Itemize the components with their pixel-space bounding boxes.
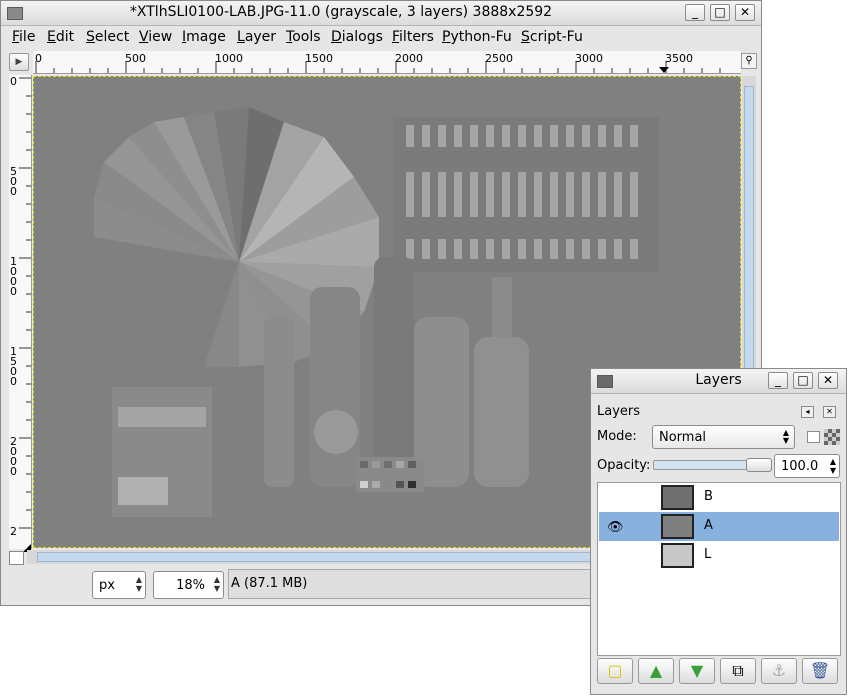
new-layer-button[interactable]: ▢ [597, 658, 633, 684]
mode-arrows-icon: ▲ ▼ [782, 428, 789, 445]
trash-icon: 🗑 [809, 661, 831, 680]
ruler-h-label-3000: 3000 [575, 52, 603, 65]
horizontal-scrollbar-thumb[interactable] [37, 552, 597, 562]
menu-script-fu[interactable]: Script-Fu [521, 29, 583, 45]
ruler-v-label-1500: 1500 [10, 345, 17, 388]
menu-file[interactable]: File [12, 29, 35, 45]
menu-layer[interactable]: Layer [237, 29, 276, 45]
zoom-value: 18% [176, 578, 205, 593]
menu-tools[interactable]: Tools [286, 29, 321, 45]
quick-mask-toggle[interactable] [9, 551, 24, 565]
layers-dock-titlebar[interactable]: Layers _ □ ✕ [591, 369, 846, 394]
unit-arrows-icon: ▲ ▼ [135, 575, 142, 593]
layer-thumbnail-a [661, 514, 694, 539]
ruler-h-label-1000: 1000 [215, 52, 243, 65]
menu-filters[interactable]: Filters [392, 29, 434, 45]
dock-close-icon[interactable]: ✕ [818, 372, 838, 389]
ruler-h-label-500: 500 [125, 52, 146, 65]
duplicate-icon: ⧉ [732, 661, 744, 680]
layer-row-b[interactable]: B [599, 483, 839, 512]
new-layer-icon: ▢ [607, 661, 623, 680]
ruler-v-label-0: 0 [10, 75, 17, 88]
lower-layer-button[interactable]: ▼ [679, 658, 715, 684]
color-checker-graphic [356, 457, 424, 492]
opacity-slider-handle[interactable] [746, 458, 772, 472]
ruler-h-label-2000: 2000 [395, 52, 423, 65]
opacity-slider[interactable] [653, 458, 772, 472]
tab-close-icon[interactable]: ✕ [823, 406, 836, 418]
quick-menu-button[interactable]: ▶ [9, 53, 29, 71]
layer-row-a[interactable]: 👁 A [599, 512, 839, 541]
raise-layer-button[interactable]: ▲ [638, 658, 674, 684]
arrow-up-icon: ▲ [649, 661, 663, 680]
spool-rack-graphic [394, 117, 659, 272]
ruler-v-label-500: 500 [10, 165, 17, 198]
lock-alpha-icon [824, 429, 840, 445]
menu-dialogs[interactable]: Dialogs [331, 29, 383, 45]
ruler-v-label-1000: 1000 [10, 255, 17, 298]
window-title: *XTlhSLI0100-LAB.JPG-11.0 (grayscale, 3 … [129, 4, 553, 20]
menu-python-fu[interactable]: Python-Fu [442, 29, 512, 45]
vertical-ruler[interactable]: 0 500 1000 1500 2000 2 [9, 75, 32, 549]
image-window-titlebar[interactable]: *XTlhSLI0100-LAB.JPG-11.0 (grayscale, 3 … [1, 1, 761, 26]
eye-icon[interactable]: 👁 [607, 520, 624, 535]
anchor-icon: ⚓ [771, 661, 787, 680]
mode-dropdown[interactable]: Normal ▲ ▼ [652, 425, 795, 449]
ruler-h-label-2500: 2500 [485, 52, 513, 65]
close-icon[interactable]: ✕ [735, 4, 755, 21]
maximize-icon[interactable]: □ [710, 4, 730, 21]
dock-maximize-icon[interactable]: □ [793, 372, 813, 389]
opacity-spinbox[interactable]: 100.0 ▲ ▼ [774, 454, 840, 478]
unit-selector[interactable]: px ▲ ▼ [92, 571, 146, 599]
layers-dock-window: Layers _ □ ✕ Layers ◂ ✕ Mode: Normal ▲ ▼ … [590, 368, 847, 695]
menubar: File Edit Select View Image Layer Tools … [1, 26, 761, 48]
navigate-corner-icon[interactable] [23, 541, 31, 552]
opacity-label: Opacity: [597, 458, 651, 473]
menu-edit[interactable]: Edit [47, 29, 74, 45]
minimize-icon[interactable]: _ [685, 4, 705, 21]
ruler-v-label-2500: 2 [10, 525, 17, 538]
zoom-arrows-icon: ▲ ▼ [213, 575, 220, 593]
layers-tab-label: Layers [597, 404, 641, 419]
ruler-v-label-2000: 2000 [10, 435, 17, 478]
menu-select[interactable]: Select [86, 29, 129, 45]
zoom-selector[interactable]: 18% ▲ ▼ [153, 571, 224, 599]
layer-thumbnail-l [661, 543, 694, 568]
mode-value: Normal [659, 430, 707, 445]
mode-label: Mode: [597, 429, 637, 444]
opacity-arrows-icon: ▲ ▼ [829, 457, 836, 475]
delete-layer-button[interactable]: 🗑 [802, 658, 838, 684]
dock-minimize-icon[interactable]: _ [768, 372, 788, 389]
layer-row-l[interactable]: L [599, 541, 839, 570]
crayon-box-graphic [112, 387, 212, 517]
menu-image[interactable]: Image [182, 29, 226, 45]
menu-view[interactable]: View [139, 29, 172, 45]
layer-thumbnail-b [661, 485, 694, 510]
layer-name-b: B [704, 489, 713, 504]
layer-name-a: A [704, 518, 713, 533]
layer-name-l: L [704, 547, 712, 562]
horizontal-ruler[interactable]: 0 500 1000 1500 2000 2500 3000 3500 [33, 51, 741, 74]
ruler-pointer-marker [659, 67, 669, 73]
arrow-down-icon: ▼ [690, 661, 704, 680]
anchor-layer-button[interactable]: ⚓ [761, 658, 797, 684]
lock-alpha-checkbox[interactable] [807, 431, 820, 443]
opacity-value: 100.0 [781, 459, 819, 474]
unit-value: px [99, 578, 115, 593]
ruler-h-label-0: 0 [35, 52, 42, 65]
ruler-h-label-3500: 3500 [665, 52, 693, 65]
layer-list: B 👁 A L [597, 482, 841, 656]
zoom-icon[interactable]: ⚲ [741, 53, 757, 69]
ruler-h-label-1500: 1500 [305, 52, 333, 65]
tab-menu-icon[interactable]: ◂ [801, 406, 814, 418]
duplicate-layer-button[interactable]: ⧉ [720, 658, 756, 684]
